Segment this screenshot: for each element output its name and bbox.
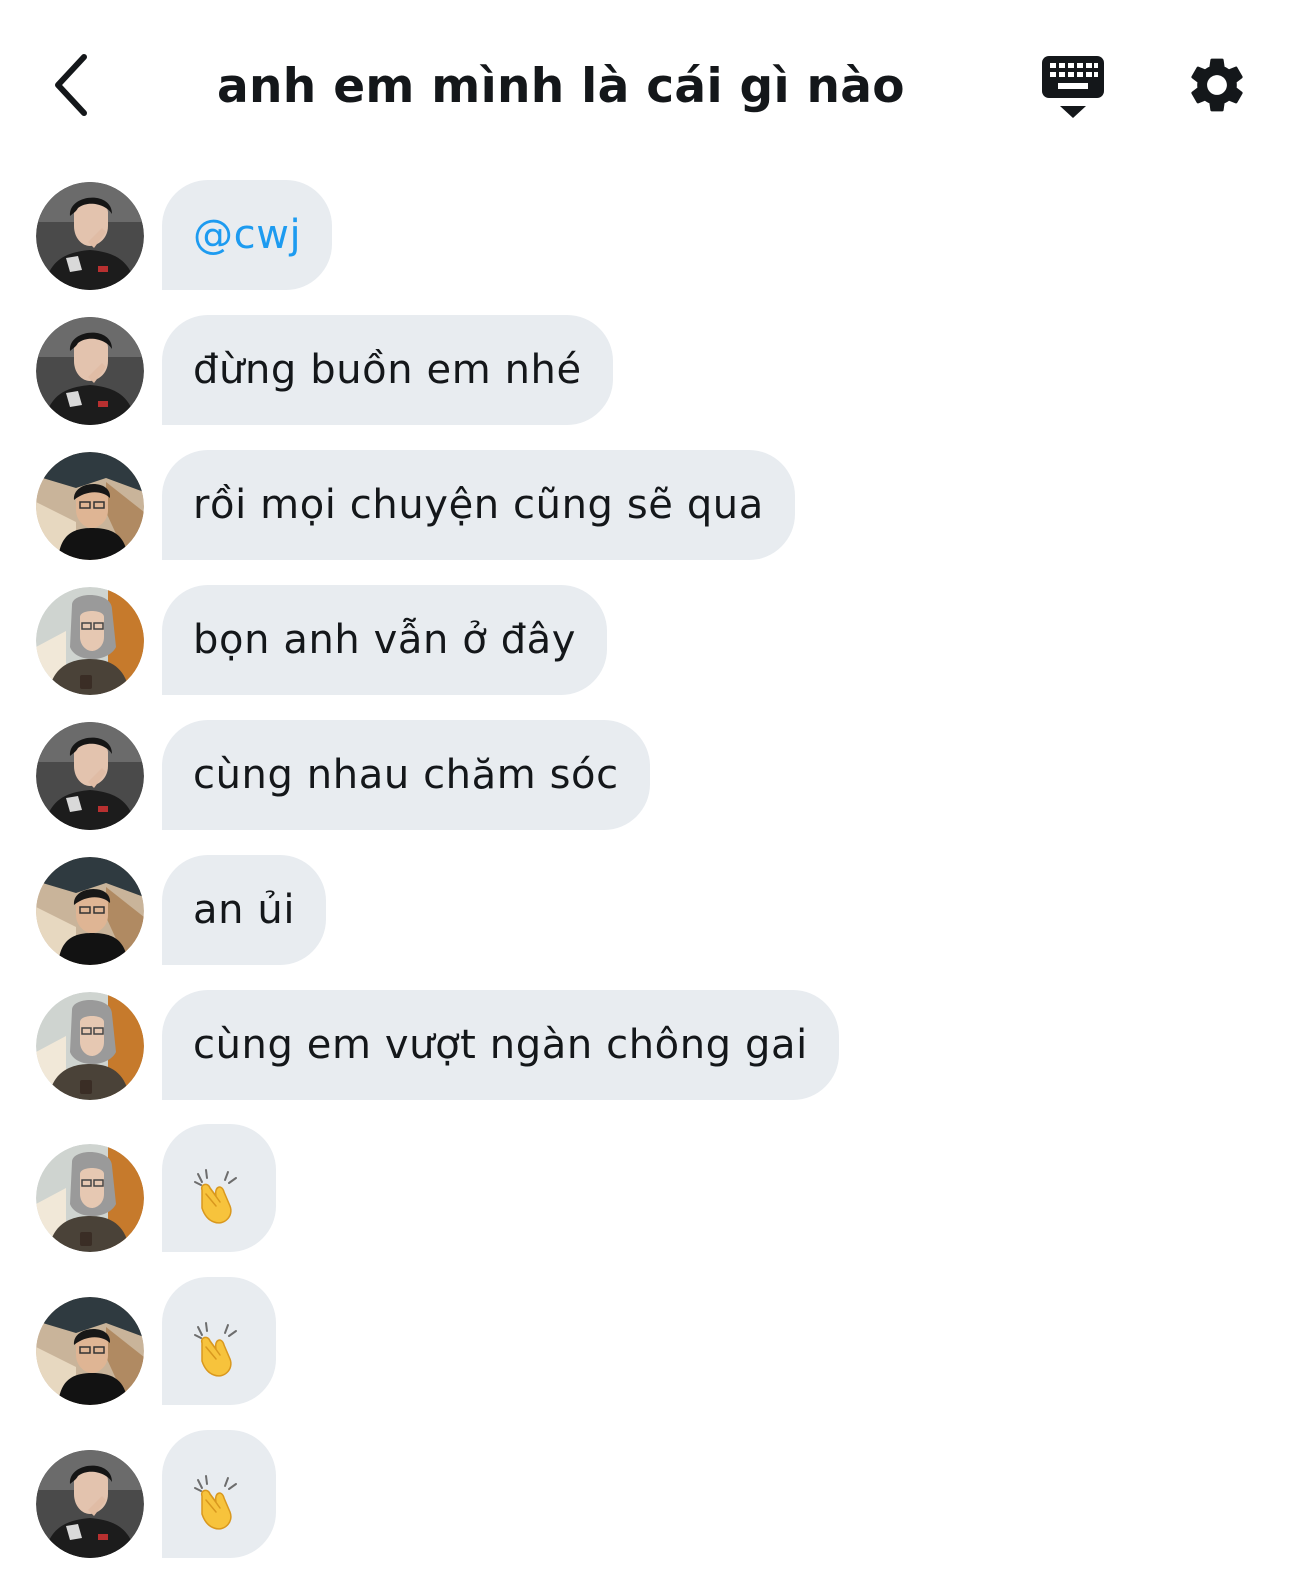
message-text: cùng em vượt ngàn chông gai: [193, 1022, 808, 1068]
avatar[interactable]: [36, 452, 144, 560]
message-list[interactable]: @cwj đừng buồn em nhé rồi mọi chuyện cũn…: [0, 0, 1290, 1570]
avatar[interactable]: [36, 182, 144, 290]
message-text: rồi mọi chuyện cũng sẽ qua: [193, 482, 764, 528]
message-bubble[interactable]: [162, 1430, 276, 1558]
message-text: cùng nhau chăm sóc: [193, 752, 619, 798]
message-bubble[interactable]: cùng nhau chăm sóc: [162, 720, 650, 830]
message-text: bọn anh vẫn ở đây: [193, 617, 577, 663]
clapping-hands-emoji-icon: [194, 1322, 237, 1377]
avatar[interactable]: [36, 722, 144, 830]
avatar[interactable]: [36, 1297, 144, 1405]
avatar[interactable]: [36, 1144, 144, 1252]
message-text: đừng buồn em nhé: [193, 347, 582, 393]
message-bubble[interactable]: [162, 1277, 276, 1405]
message-bubble[interactable]: an ủi: [162, 855, 327, 965]
avatar[interactable]: [36, 587, 144, 695]
avatar[interactable]: [36, 1450, 144, 1558]
message-bubble[interactable]: đừng buồn em nhé: [162, 315, 613, 425]
avatar[interactable]: [36, 317, 144, 425]
message-bubble[interactable]: cùng em vượt ngàn chông gai: [162, 990, 839, 1100]
message-text: an ủi: [193, 887, 296, 933]
message-bubble[interactable]: rồi mọi chuyện cũng sẽ qua: [162, 450, 795, 560]
message-bubble[interactable]: bọn anh vẫn ở đây: [162, 585, 608, 695]
avatar[interactable]: [36, 992, 144, 1100]
message-bubble[interactable]: [162, 1124, 276, 1252]
mention-link[interactable]: @cwj: [193, 212, 301, 258]
clapping-hands-emoji-icon: [194, 1169, 237, 1224]
message-bubble[interactable]: @cwj: [162, 180, 333, 290]
clapping-hands-emoji-icon: [194, 1475, 237, 1530]
avatar[interactable]: [36, 857, 144, 965]
